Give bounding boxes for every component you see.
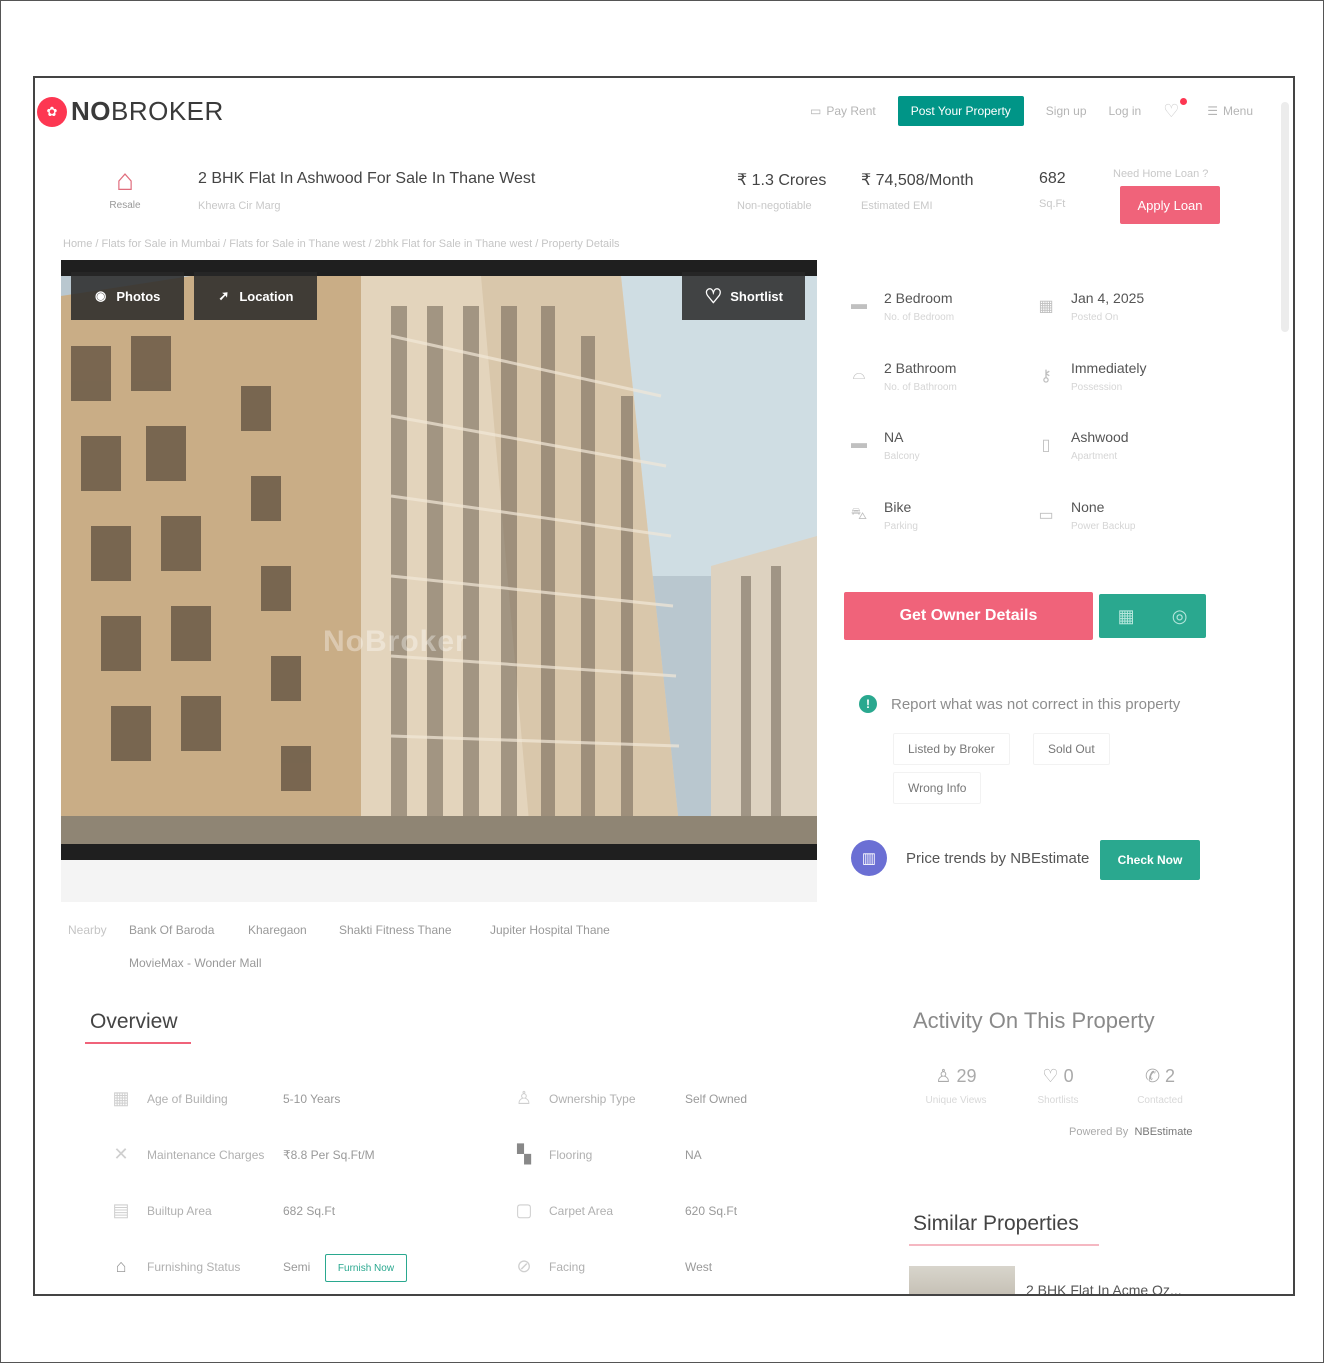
user-icon: ♙ xyxy=(935,1066,957,1086)
house-icon: ⌂ xyxy=(115,164,135,197)
price-note: Non-negotiable xyxy=(737,200,812,212)
flooring-icon: ▚ xyxy=(517,1144,531,1164)
menu-button[interactable]: ☰ Menu xyxy=(1207,104,1253,118)
heart-icon: ♡ xyxy=(704,285,723,308)
emi-label: Estimated EMI xyxy=(861,200,933,212)
building-icon: ▤ xyxy=(112,1200,130,1220)
powered-by: Powered By NBEstimate xyxy=(1069,1126,1193,1138)
apply-loan-button[interactable]: Apply Loan xyxy=(1120,186,1220,224)
location-tab-button[interactable]: ➚ Location xyxy=(194,272,318,320)
compass-icon: ➚ xyxy=(218,288,230,303)
get-owner-details-button[interactable]: Get Owner Details xyxy=(844,592,1093,640)
camera-icon: ◉ xyxy=(95,288,107,303)
browser-screen: ✿ NOBROKER ▭ Pay Rent Post Your Property… xyxy=(33,76,1295,1296)
post-property-button[interactable]: Post Your Property xyxy=(897,96,1024,126)
property-photo[interactable]: NoBroker ◉ Photos ➚ Location ♡ Shortlist xyxy=(61,260,817,860)
activity-title: Activity On This Property xyxy=(913,1008,1155,1033)
hamburger-icon: ☰ xyxy=(1207,104,1218,118)
similar-underline xyxy=(909,1244,1099,1246)
wrench-icon: ✕ xyxy=(113,1144,129,1164)
check-now-button[interactable]: Check Now xyxy=(1100,840,1200,880)
nearby-place[interactable]: Jupiter Hospital Thane xyxy=(490,923,610,937)
chip-sold-out[interactable]: Sold Out xyxy=(1033,733,1110,765)
area-unit: Sq.Ft xyxy=(1039,198,1066,210)
chat-icon[interactable]: ◎ xyxy=(1172,606,1188,627)
log-in-link[interactable]: Log in xyxy=(1109,104,1142,118)
furnish-now-button[interactable]: Furnish Now xyxy=(325,1254,407,1282)
photos-tab-button[interactable]: ◉ Photos xyxy=(71,272,185,320)
compass-icon: ⊘ xyxy=(516,1256,532,1276)
contacted-stat: ✆ 2 Contacted xyxy=(1137,1066,1183,1106)
similar-property-thumbnail[interactable] xyxy=(909,1266,1015,1294)
battery-icon: ▭ xyxy=(1038,507,1054,524)
bed-icon: ▬ xyxy=(851,296,867,313)
chip-listed-by-broker[interactable]: Listed by Broker xyxy=(893,733,1010,765)
nobroker-logo[interactable]: ✿ NOBROKER xyxy=(37,96,224,127)
emi-block: ₹ 74,508/Month Estimated EMI xyxy=(861,170,973,212)
nearby-place[interactable]: Bank Of Baroda xyxy=(129,923,214,937)
nearby-place[interactable]: MovieMax - Wonder Mall xyxy=(129,956,261,970)
photo-tabs: ◉ Photos ➚ Location xyxy=(71,272,318,320)
chart-icon: ▥ xyxy=(851,840,887,876)
overview-title[interactable]: Overview xyxy=(90,1010,178,1034)
resale-badge: ⌂ Resale xyxy=(103,162,147,211)
price-value: ₹ 1.3 Crores xyxy=(737,172,827,189)
sofa-icon: ⌂ xyxy=(115,1256,127,1276)
unique-views-stat: ♙ 29 Unique Views xyxy=(925,1066,987,1106)
property-address[interactable]: Khewra Cir Marg xyxy=(198,200,281,212)
info-icon: ! xyxy=(859,695,877,713)
building-photo-image xyxy=(61,276,817,844)
similar-property-name[interactable]: 2 BHK Flat In Acme Oz... xyxy=(1026,1282,1182,1294)
overview-underline xyxy=(85,1042,191,1044)
logo-icon: ✿ xyxy=(37,96,67,127)
key-icon: ⚷ xyxy=(1040,368,1052,385)
car-icon: ⛍ xyxy=(850,506,868,523)
person-icon: ♙ xyxy=(515,1088,533,1108)
shortlist-heart-icon[interactable]: ♡ xyxy=(1163,98,1188,122)
heart-icon: ♡ xyxy=(1042,1066,1064,1086)
photo-watermark: NoBroker xyxy=(323,625,468,658)
top-nav: ▭ Pay Rent Post Your Property Sign up Lo… xyxy=(810,96,1253,126)
photo-thumbnail-strip xyxy=(61,860,817,902)
sign-up-link[interactable]: Sign up xyxy=(1046,104,1087,118)
calendar-icon[interactable]: ▦ xyxy=(1118,606,1135,627)
area-icon: ▢ xyxy=(515,1200,533,1220)
logo-text: NOBROKER xyxy=(71,96,224,126)
bath-icon: ⌓ xyxy=(852,366,866,383)
balcony-icon: ▬ xyxy=(851,435,867,452)
property-title: 2 BHK Flat In Ashwood For Sale In Thane … xyxy=(198,170,536,187)
schedule-actions: ▦ ◎ xyxy=(1099,594,1206,638)
pay-rent-link[interactable]: ▭ Pay Rent xyxy=(810,104,876,118)
shortlists-stat: ♡ 0 Shortlists xyxy=(1037,1066,1079,1106)
site-header: ✿ NOBROKER ▭ Pay Rent Post Your Property… xyxy=(35,78,1293,332)
emi-value: ₹ 74,508/Month xyxy=(861,172,974,189)
shortlist-button[interactable]: ♡ Shortlist xyxy=(682,272,805,320)
phone-icon: ✆ xyxy=(1144,1066,1166,1086)
building-icon: ▯ xyxy=(1041,437,1051,454)
breadcrumb[interactable]: Home / Flats for Sale in Mumbai / Flats … xyxy=(63,238,620,250)
area-block: 682 Sq.Ft xyxy=(1039,170,1066,210)
wallet-icon: ▭ xyxy=(810,104,822,118)
loan-prompt: Need Home Loan ? xyxy=(1113,168,1209,180)
price-block: ₹ 1.3 Crores Non-negotiable xyxy=(737,170,826,212)
chip-wrong-info[interactable]: Wrong Info xyxy=(893,772,982,804)
listing-summary: ⌂ Resale 2 BHK Flat In Ashwood For Sale … xyxy=(35,162,1293,232)
nbestimate-row: ▥ Price trends by NBEstimate xyxy=(851,840,1089,876)
nearby-place[interactable]: Shakti Fitness Thane xyxy=(339,923,452,937)
area-value: 682 xyxy=(1039,170,1066,187)
calendar-icon: ▦ xyxy=(112,1088,130,1108)
similar-properties-title: Similar Properties xyxy=(913,1212,1079,1235)
nearby-place[interactable]: Kharegaon xyxy=(248,923,307,937)
report-issue[interactable]: ! Report what was not correct in this pr… xyxy=(859,695,1180,713)
calendar-icon: ▦ xyxy=(1038,298,1054,315)
